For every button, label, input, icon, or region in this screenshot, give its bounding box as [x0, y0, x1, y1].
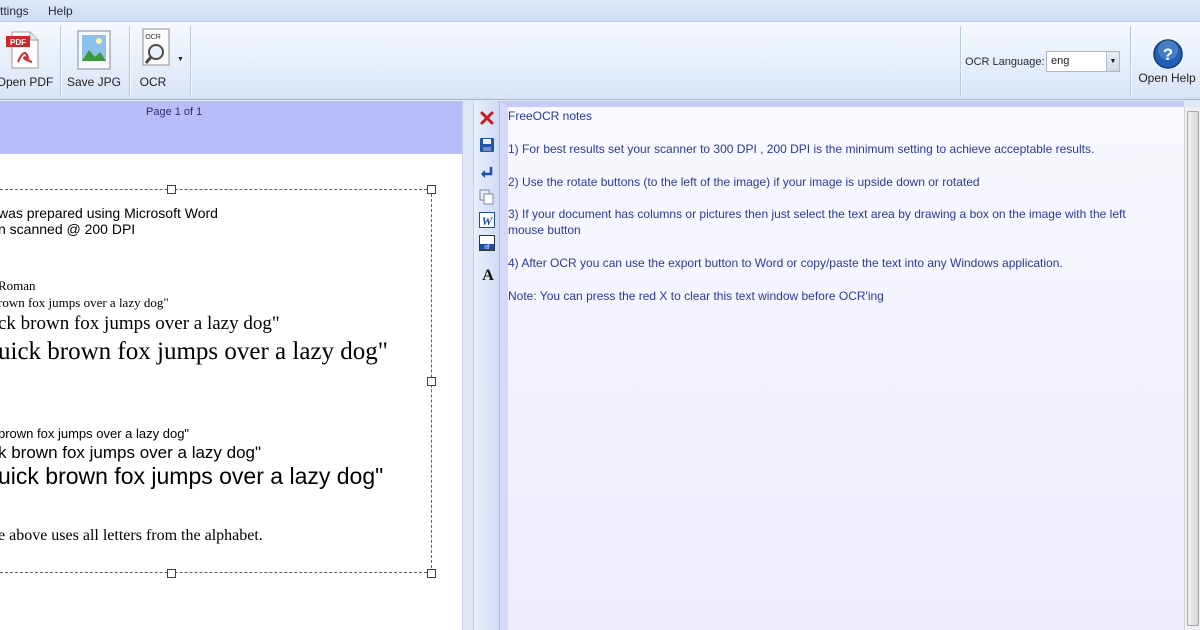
save-disk-icon[interactable]: [479, 137, 495, 153]
menu-bar: ttings Help: [0, 0, 1200, 22]
open-help-button[interactable]: ? Open Help: [1134, 22, 1200, 100]
ocr-label: OCR: [139, 75, 167, 89]
ribbon-toolbar: PDF Open PDF Save JPG OCR ▼ OCR OCR Lang…: [0, 22, 1200, 100]
text-line: 3) If your document has columns or pictu…: [508, 207, 1126, 221]
toolbar-divider: [190, 26, 191, 96]
text-line: Note: You can press the red X to clear t…: [508, 289, 884, 303]
resize-handle[interactable]: [167, 185, 176, 194]
text-line: FreeOCR notes: [508, 109, 593, 123]
ocr-badge: OCR: [145, 34, 161, 41]
rtf-export-icon[interactable]: rtf: [479, 235, 495, 251]
vertical-scrollbar[interactable]: [1184, 107, 1200, 630]
scrollbar-thumb[interactable]: [1187, 111, 1199, 626]
selection-rectangle[interactable]: [0, 189, 432, 573]
help-question-icon: ?: [1153, 39, 1183, 69]
toolbar-divider: [129, 26, 130, 96]
ocr-text-area[interactable]: FreeOCR notes 1) For best results set yo…: [500, 101, 1184, 630]
resize-handle[interactable]: [427, 569, 436, 578]
text-toolbar: W rtf A: [474, 101, 500, 630]
svg-text:?: ?: [1163, 45, 1173, 64]
pdf-file-icon: PDF: [6, 31, 39, 69]
ocr-magnifier-icon: OCR: [142, 28, 170, 66]
open-help-label: Open Help: [1138, 71, 1196, 85]
clear-x-icon[interactable]: [479, 110, 495, 126]
resize-handle[interactable]: [167, 569, 176, 578]
open-pdf-label: Open PDF: [0, 75, 54, 89]
copy-icon[interactable]: [479, 189, 495, 205]
text-line: 1) For best results set your scanner to …: [508, 142, 1095, 156]
text-line: mouse button: [508, 223, 581, 237]
ocr-language-select[interactable]: eng ▼: [1046, 51, 1120, 72]
open-pdf-button[interactable]: PDF Open PDF: [0, 22, 56, 100]
save-jpg-label: Save JPG: [66, 75, 122, 89]
ocr-dropdown-arrow-icon[interactable]: ▼: [177, 56, 184, 63]
toolbar-divider: [1130, 26, 1131, 96]
return-arrow-icon[interactable]: [479, 165, 495, 181]
image-pane[interactable]: Page 1 of 1 was prepared using Microsoft…: [0, 101, 462, 630]
menu-settings[interactable]: ttings: [0, 4, 29, 18]
save-jpg-button[interactable]: Save JPG: [66, 22, 122, 100]
font-icon[interactable]: A: [479, 265, 497, 283]
image-file-icon: [77, 30, 111, 70]
resize-handle[interactable]: [427, 377, 436, 386]
page-indicator: Page 1 of 1: [146, 106, 203, 118]
rtf-glyph: rtf: [484, 245, 490, 251]
toolbar-divider: [60, 26, 61, 96]
font-glyph: A: [482, 267, 494, 283]
toolbar-divider: [960, 26, 961, 96]
text-line: 2) Use the rotate buttons (to the left o…: [508, 175, 980, 189]
chevron-down-icon[interactable]: ▼: [1106, 52, 1119, 71]
word-export-icon[interactable]: W: [479, 212, 495, 228]
text-line: 4) After OCR you can use the export butt…: [508, 256, 1063, 270]
resize-handle[interactable]: [427, 185, 436, 194]
menu-help[interactable]: Help: [48, 4, 73, 18]
ocr-button[interactable]: OCR ▼ OCR: [136, 22, 188, 100]
ocr-language-label: OCR Language:: [965, 56, 1045, 68]
scanned-document[interactable]: was prepared using Microsoft Word n scan…: [0, 154, 462, 630]
pdf-badge: PDF: [10, 38, 26, 47]
pane-splitter[interactable]: [462, 101, 474, 630]
word-glyph: W: [482, 214, 494, 228]
ocr-language-value: eng: [1051, 55, 1070, 67]
